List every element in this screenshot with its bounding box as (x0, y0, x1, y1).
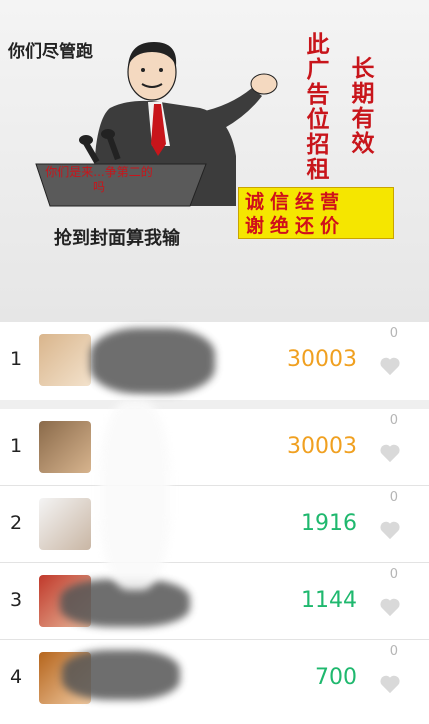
banner-image[interactable]: 你们尽管跑 你们是来...争第二的吗 此广告位招租 长期有效 诚信经营 谢绝还价… (0, 0, 429, 322)
avatar[interactable] (39, 334, 91, 386)
score-value: 1144 (301, 588, 357, 613)
banner-bottom-caption: 抢到封面算我输 (54, 228, 180, 249)
score-value: 700 (315, 665, 357, 690)
avatar[interactable] (39, 421, 91, 473)
heart-icon[interactable] (379, 597, 401, 617)
rank-number: 4 (10, 666, 23, 688)
rank-number: 3 (10, 589, 23, 611)
leaderboard-row[interactable]: 2 1916 0 (0, 486, 429, 562)
score-value: 30003 (287, 434, 357, 459)
slogan-line-2: 谢绝还价 (245, 215, 346, 237)
rank-number: 2 (10, 512, 23, 534)
slogan-line-1: 诚信经营 (245, 191, 346, 213)
like-count: 0 (389, 413, 398, 428)
score-value: 30003 (287, 347, 357, 372)
heart-icon[interactable] (379, 674, 401, 694)
like-count: 0 (389, 326, 398, 341)
leaderboard-row[interactable]: 3 1144 0 (0, 563, 429, 639)
redaction-smudge (100, 400, 170, 590)
pinned-user-row[interactable]: 1 30003 0 (0, 322, 429, 400)
redaction-smudge (62, 650, 180, 700)
podium-text: 你们是来...争第二的吗 (45, 165, 153, 194)
avatar[interactable] (39, 498, 91, 550)
leaderboard-row[interactable]: 4 700 0 (0, 640, 429, 724)
heart-icon[interactable] (379, 356, 401, 376)
slogan-sign: 诚信经营 谢绝还价 (238, 187, 394, 239)
heart-icon[interactable] (379, 520, 401, 540)
leaderboard-row[interactable]: 1 30003 0 (0, 409, 429, 485)
rank-number: 1 (10, 435, 23, 457)
ad-text-1: 此广告位招租 (306, 32, 330, 183)
like-count: 0 (389, 567, 398, 582)
rank-number: 1 (10, 348, 23, 370)
ad-text-2: 长期有效 (351, 56, 375, 157)
redaction-smudge (90, 328, 215, 394)
like-count: 0 (389, 490, 398, 505)
score-value: 1916 (301, 511, 357, 536)
heart-icon[interactable] (379, 443, 401, 463)
like-count: 0 (389, 644, 398, 659)
